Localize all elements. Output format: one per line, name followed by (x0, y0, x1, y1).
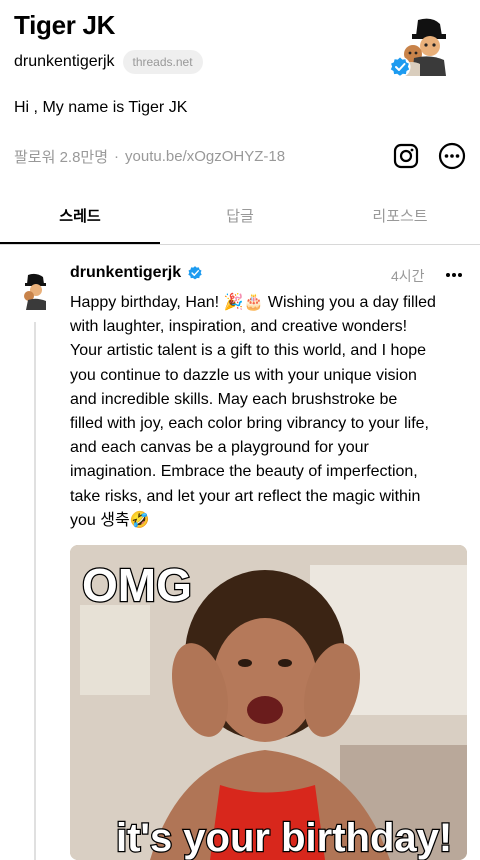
profile-name: Tiger JK (14, 10, 116, 40)
post-text-line: Happy birthday, Han! 🎉🎂 Wishing you a da… (70, 294, 436, 311)
post-image[interactable]: OMG it's your birthday! (70, 545, 467, 860)
more-options-icon[interactable] (438, 142, 466, 170)
post-text-line: and each canvas be a playground for your (70, 439, 369, 457)
meme-top-caption: OMG (82, 559, 192, 611)
post-text-line: you continue to dazzle us with your uniq… (70, 366, 417, 384)
domain-badge[interactable]: threads.net (122, 50, 203, 74)
tab-threads[interactable]: 스레드 (0, 195, 160, 244)
handle-row: drunkentigerjk threads.net (14, 50, 203, 74)
tab-reposts[interactable]: 리포스트 (320, 195, 480, 244)
separator-dot: · (114, 148, 120, 165)
post-text-line: with laughter, inspiration, and creative… (70, 318, 408, 336)
post-more-icon[interactable] (444, 266, 464, 284)
post-timestamp: 4시간 (391, 268, 425, 284)
meme-bottom-caption: it's your birthday! (116, 816, 452, 860)
followers-count[interactable]: 팔로워 2.8만명 (14, 146, 108, 167)
instagram-icon[interactable] (392, 142, 420, 170)
post-text-line: imagination. Embrace the beauty of imper… (70, 463, 418, 481)
thread-line (34, 322, 36, 860)
post-text-line: take risks, and let your art reflect the… (70, 487, 421, 505)
profile-link[interactable]: youtu.be/xOgzOHYZ-18 (125, 148, 285, 165)
post-avatar[interactable] (20, 272, 50, 310)
profile-tabs: 스레드 답글 리포스트 (0, 195, 480, 245)
post-author-name[interactable]: drunkentigerjk (70, 264, 181, 282)
post-text-line: filled with joy, each color bring vibran… (70, 415, 429, 433)
tab-replies[interactable]: 답글 (160, 195, 320, 244)
post-text-line: you 생축🤣 (70, 511, 150, 529)
stats-row: 팔로워 2.8만명 · youtu.be/xOgzOHYZ-18 (14, 146, 285, 167)
verified-badge-icon (389, 56, 411, 78)
profile-bio: Hi , My name is Tiger JK (14, 99, 188, 116)
post-text: Happy birthday, Han! 🎉🎂 Wishing you a da… (70, 291, 470, 533)
verified-badge-icon (188, 266, 202, 280)
post-text-line: Your artistic talent is a gift to this w… (70, 342, 427, 360)
profile-handle: drunkentigerjk (14, 53, 115, 70)
post-author-row: drunkentigerjk (70, 264, 203, 282)
post-text-line: and incredible skills. May each brushstr… (70, 390, 398, 408)
